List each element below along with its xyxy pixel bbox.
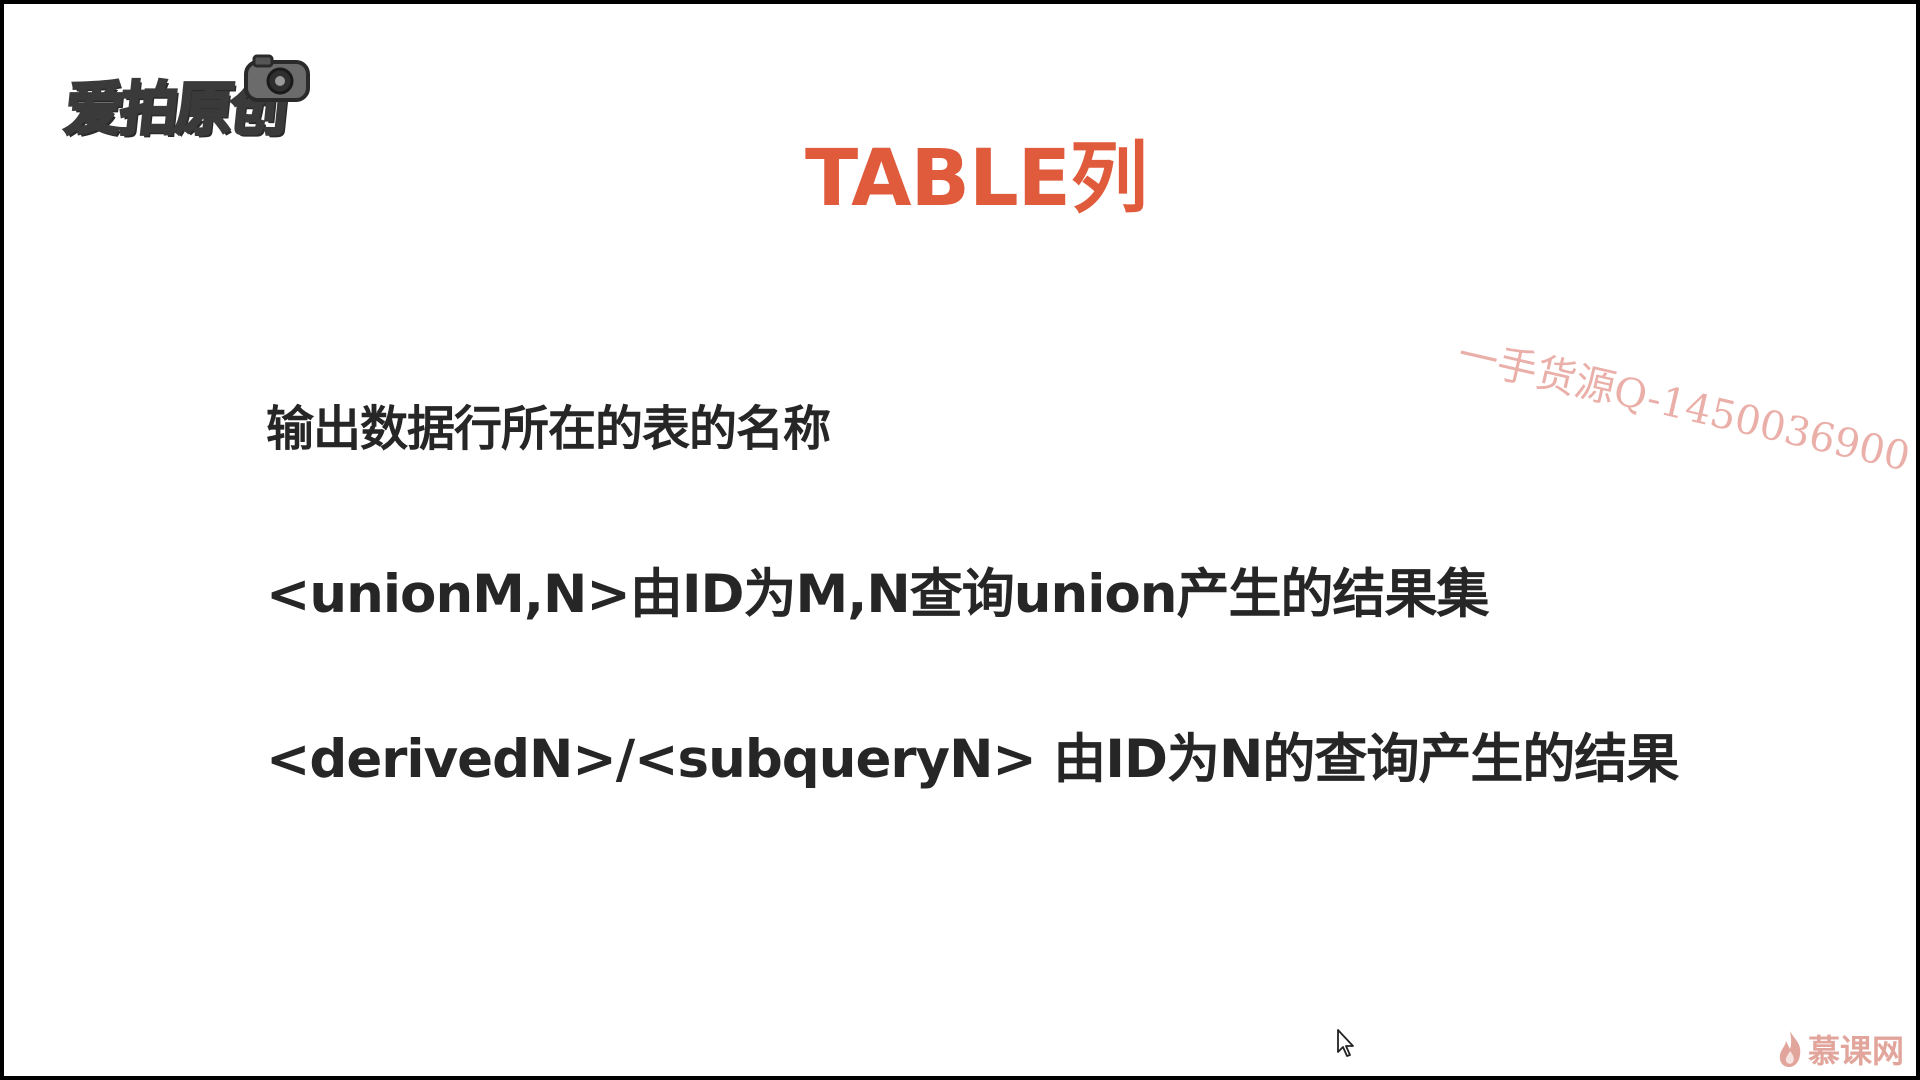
flame-icon: [1779, 1031, 1801, 1067]
imooc-brand: 慕课网: [1776, 1026, 1904, 1072]
description-line-table-name: 输出数据行所在的表的名称: [266, 401, 831, 457]
mouse-pointer-icon: [1337, 1029, 1354, 1057]
watermark-text: 一手货源Q-1450036900: [1453, 331, 1915, 481]
camera-icon: [244, 54, 310, 102]
description-line-union: <unionM,N>由ID为M,N查询union产生的结果集: [266, 564, 1490, 625]
video-frame: 爱拍原创 TABLE列 输出数据行所在的表的名称 <unionM,N>由ID为M…: [0, 0, 1920, 1080]
brand-text: 慕课网: [1807, 1032, 1904, 1070]
description-line-derived: <derivedN>/<subqueryN> 由ID为N的查询产生的结果: [266, 729, 1679, 790]
slide-title: TABLE列: [805, 134, 1148, 224]
presentation-slide: 爱拍原创 TABLE列 输出数据行所在的表的名称 <unionM,N>由ID为M…: [4, 4, 1916, 1076]
